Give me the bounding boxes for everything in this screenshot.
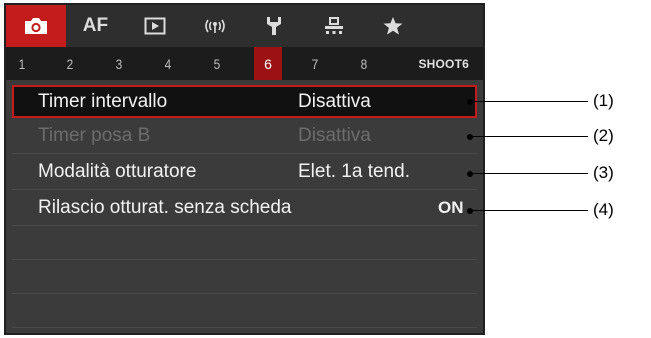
menu-item-value: Elet. 1a tend. <box>298 161 410 182</box>
menu-item-timer-posa-b: Timer posa B Disattiva <box>12 121 477 154</box>
tab-af[interactable]: AF <box>66 5 126 47</box>
menu-list: Timer intervallo Disattiva Timer posa B … <box>6 85 483 331</box>
page-tab-2[interactable]: 2 <box>64 47 76 80</box>
callout-label: (2) <box>593 126 614 145</box>
category-tab-bar: AF <box>6 5 483 47</box>
callout-dot <box>467 171 473 177</box>
callout-label: (4) <box>593 200 614 219</box>
camera-icon <box>23 16 49 36</box>
menu-item-timer-intervallo[interactable]: Timer intervallo Disattiva <box>12 85 477 118</box>
menu-item-value: Disattiva <box>298 91 371 112</box>
tab-my-menu[interactable] <box>364 5 424 47</box>
page-tab-bar: 1 2 3 4 5 6 7 8 SHOOT6 <box>6 47 483 80</box>
menu-item-label: Rilascio otturat. senza scheda <box>38 197 292 218</box>
tab-setup[interactable] <box>244 5 304 47</box>
menu-item-value: ON <box>438 198 464 217</box>
page-tab-4[interactable]: 4 <box>162 47 174 80</box>
tab-shooting[interactable] <box>6 5 66 47</box>
callout-line <box>470 101 588 102</box>
page-tab-5[interactable]: 5 <box>211 47 223 80</box>
custom-functions-icon <box>322 16 346 36</box>
page-tab-8[interactable]: 8 <box>358 47 370 80</box>
menu-item-value: Disattiva <box>298 125 371 146</box>
menu-empty-row <box>12 263 477 294</box>
page-tab-6[interactable]: 6 <box>254 47 282 80</box>
tab-wireless[interactable] <box>185 5 245 47</box>
star-icon <box>382 16 404 36</box>
menu-item-label: Modalità otturatore <box>38 161 197 182</box>
page-tab-3[interactable]: 3 <box>113 47 125 80</box>
menu-empty-row <box>12 297 477 328</box>
callout-dot <box>467 99 473 105</box>
tab-playback[interactable] <box>125 5 185 47</box>
page-tab-1[interactable]: 1 <box>16 47 28 80</box>
tab-custom-functions[interactable] <box>304 5 364 47</box>
callout-label: (1) <box>593 91 614 110</box>
menu-item-label: Timer posa B <box>38 125 151 146</box>
callout-label: (3) <box>593 163 614 182</box>
tab-af-label: AF <box>82 15 109 36</box>
callout-dot <box>467 134 473 140</box>
menu-empty-row <box>12 229 477 260</box>
camera-menu-screen: AF 1 2 3 4 5 6 7 8 SHOOT6 Timer interval… <box>4 3 485 335</box>
page-label: SHOOT6 <box>418 56 469 71</box>
menu-item-label: Timer intervallo <box>38 91 168 112</box>
callout-dot <box>467 208 473 214</box>
wireless-icon <box>203 17 227 35</box>
menu-item-rilascio-otturatore[interactable]: Rilascio otturat. senza scheda ON <box>12 193 477 226</box>
wrench-icon <box>264 16 284 36</box>
callout-line <box>470 173 588 174</box>
playback-icon <box>144 17 166 35</box>
callout-line <box>470 210 588 211</box>
menu-item-modalita-otturatore[interactable]: Modalità otturatore Elet. 1a tend. <box>12 157 477 190</box>
callout-line <box>470 136 588 137</box>
page-tab-7[interactable]: 7 <box>309 47 321 80</box>
